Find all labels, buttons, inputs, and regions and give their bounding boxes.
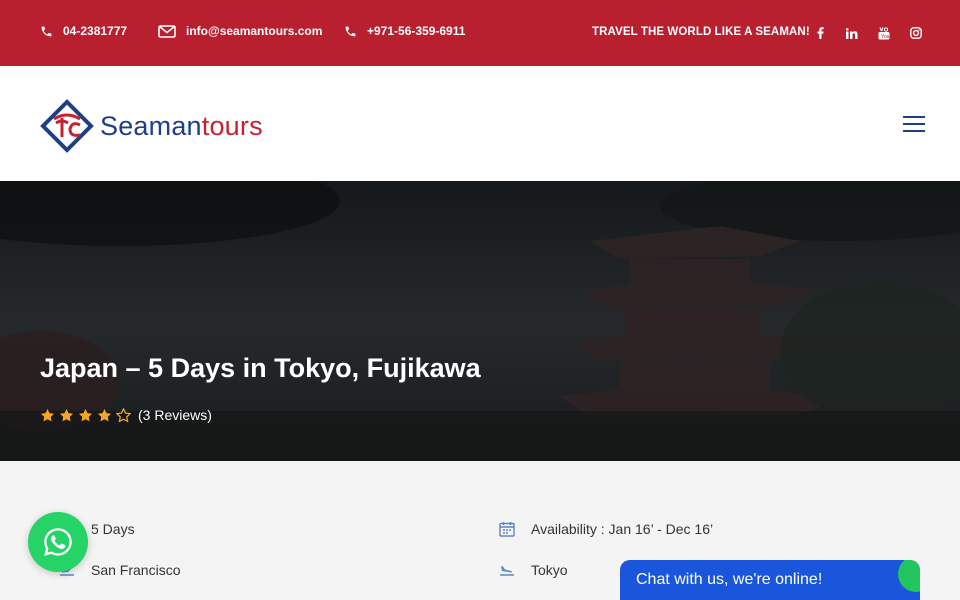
slogan: TRAVEL THE WORLD LIKE A SEAMAN! — [592, 26, 810, 38]
phone-icon — [41, 26, 52, 36]
logo-text-seaman: Seaman — [100, 110, 202, 141]
chat-label: Chat with us, we're online! — [636, 571, 823, 588]
logo-text: Seamantours — [100, 111, 263, 142]
departure-text: San Francisco — [91, 562, 181, 578]
tour-title: Japan – 5 Days in Tokyo, Fujikawa — [40, 353, 481, 383]
social-links: You — [804, 24, 932, 42]
instagram-icon[interactable] — [900, 24, 932, 42]
plane-arrival-icon — [500, 566, 514, 576]
hero-banner: Japan – 5 Days in Tokyo, Fujikawa (3 Rev… — [0, 181, 960, 461]
info-availability: Availability : Jan 16’ - Dec 16’ — [499, 521, 713, 537]
arrival-text: Tokyo — [531, 562, 568, 578]
whatsapp-button[interactable] — [28, 512, 88, 572]
phone-icon — [345, 26, 356, 36]
logo-text-tours: tours — [201, 110, 263, 141]
star-filled-icon — [59, 408, 74, 421]
envelope-icon — [158, 24, 176, 38]
info-arrival: Tokyo — [499, 562, 568, 578]
top-bar: 04-2381777 info@seamantours.com +971-56-… — [0, 0, 960, 66]
star-rating: (3 Reviews) — [40, 407, 212, 423]
star-empty-icon — [116, 407, 131, 423]
availability-text: Availability : Jan 16’ - Dec 16’ — [531, 521, 714, 537]
reviews-count[interactable]: (3 Reviews) — [138, 407, 212, 423]
whatsapp-icon — [44, 528, 72, 556]
svg-text:You: You — [881, 34, 890, 40]
facebook-icon[interactable] — [804, 24, 836, 42]
phone-contact[interactable]: 04-2381777 — [40, 24, 127, 38]
phone-text: 04-2381777 — [63, 24, 128, 38]
email-contact[interactable]: info@seamantours.com — [158, 24, 322, 38]
site-header: Seamantours — [0, 66, 960, 181]
star-filled-icon — [40, 408, 55, 421]
mobile-text: +971-56-359-6911 — [367, 24, 466, 38]
star-filled-icon — [78, 408, 93, 421]
star-filled-icon — [97, 408, 112, 421]
email-text: info@seamantours.com — [186, 24, 323, 38]
calendar-icon — [499, 522, 515, 537]
youtube-icon[interactable]: You — [868, 24, 900, 42]
mobile-contact[interactable]: +971-56-359-6911 — [344, 24, 465, 38]
linkedin-icon[interactable] — [836, 24, 868, 42]
logo[interactable]: Seamantours — [40, 99, 263, 153]
live-chat-widget[interactable]: Chat with us, we're online! — [620, 560, 920, 600]
online-status-indicator — [898, 560, 920, 592]
duration-text: 5 Days — [91, 521, 135, 537]
logo-mark-icon — [40, 99, 94, 153]
menu-hamburger-icon[interactable] — [903, 116, 925, 132]
